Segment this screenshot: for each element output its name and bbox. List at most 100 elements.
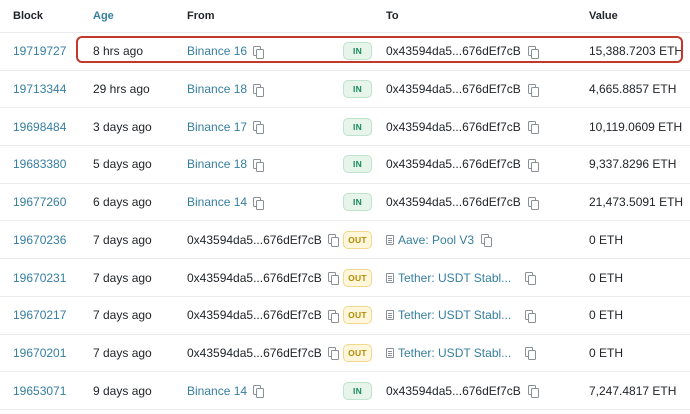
age-text: 7 days ago bbox=[93, 270, 152, 285]
direction-cell: IN bbox=[343, 117, 372, 136]
column-header-age[interactable]: Age bbox=[93, 10, 114, 22]
to-cell: 0x43594da5...676dEf7cB bbox=[386, 82, 539, 97]
from-address[interactable]: Binance 18 bbox=[187, 82, 247, 96]
copy-icon[interactable] bbox=[327, 272, 339, 286]
copy-icon[interactable] bbox=[527, 121, 539, 135]
table-row: 19670231 7 days ago 0x43594da5...676dEf7cB… bbox=[0, 259, 690, 297]
to-address[interactable]: Tether: USDT Stabl... bbox=[398, 346, 511, 360]
direction-cell: OUT bbox=[343, 230, 372, 249]
direction-badge: OUT bbox=[343, 230, 372, 249]
from-address[interactable]: 0x43594da5...676dEf7cB bbox=[187, 346, 322, 360]
to-cell: Tether: USDT Stabl... bbox=[386, 271, 537, 286]
copy-icon[interactable] bbox=[253, 385, 265, 399]
to-address[interactable]: Tether: USDT Stabl... bbox=[398, 308, 511, 322]
block-link[interactable]: 19683380 bbox=[13, 157, 66, 171]
from-cell: 0x43594da5...676dEf7cB bbox=[187, 308, 339, 323]
highlight-box bbox=[76, 36, 683, 63]
to-address[interactable]: 0x43594da5...676dEf7cB bbox=[386, 157, 521, 171]
direction-badge: IN bbox=[343, 193, 372, 212]
table-row: 19698484 3 days ago Binance 17 IN 0x43594da5… bbox=[0, 108, 690, 147]
from-address[interactable]: 0x43594da5...676dEf7cB bbox=[187, 271, 322, 285]
direction-cell: OUT bbox=[343, 343, 372, 362]
from-address[interactable]: Binance 14 bbox=[187, 195, 247, 209]
block-link[interactable]: 19677260 bbox=[13, 195, 66, 209]
direction-cell: IN bbox=[343, 155, 372, 174]
from-address[interactable]: Binance 18 bbox=[187, 157, 247, 171]
copy-icon[interactable] bbox=[253, 83, 265, 97]
copy-icon[interactable] bbox=[253, 196, 265, 210]
copy-icon[interactable] bbox=[525, 272, 537, 286]
age-text: 7 days ago bbox=[93, 308, 152, 323]
age-text: 6 days ago bbox=[93, 195, 152, 210]
value-text: 0 ETH bbox=[589, 345, 624, 360]
age-text: 7 days ago bbox=[93, 345, 152, 360]
block-link[interactable]: 19670236 bbox=[13, 233, 66, 247]
table-row: 19677260 6 days ago Binance 14 IN 0x43594da5… bbox=[0, 184, 690, 222]
from-cell: Binance 18 bbox=[187, 82, 265, 97]
copy-icon[interactable] bbox=[525, 347, 537, 361]
value-text: 0 ETH bbox=[589, 232, 624, 247]
column-header-block: Block bbox=[13, 10, 43, 22]
copy-icon[interactable] bbox=[527, 385, 539, 399]
copy-icon[interactable] bbox=[527, 196, 539, 210]
copy-icon[interactable] bbox=[481, 234, 493, 248]
document-icon bbox=[386, 234, 394, 245]
from-cell: Binance 14 bbox=[187, 195, 265, 210]
from-cell: Binance 17 bbox=[187, 120, 265, 135]
to-cell: 0x43594da5...676dEf7cB bbox=[386, 157, 539, 172]
from-cell: Binance 14 bbox=[187, 384, 265, 399]
block-link[interactable]: 19670201 bbox=[13, 346, 66, 360]
copy-icon[interactable] bbox=[527, 83, 539, 97]
from-address[interactable]: 0x43594da5...676dEf7cB bbox=[187, 308, 322, 322]
age-text: 9 days ago bbox=[93, 383, 152, 398]
direction-badge: OUT bbox=[343, 268, 372, 287]
value-text: 10,119.0609 ETH bbox=[589, 119, 683, 134]
age-text: 7 days ago bbox=[93, 232, 152, 247]
value-text: 0 ETH bbox=[589, 270, 624, 285]
to-address[interactable]: 0x43594da5...676dEf7cB bbox=[386, 384, 521, 398]
direction-badge: IN bbox=[343, 155, 372, 174]
value-text: 4,665.8857 ETH bbox=[589, 82, 677, 97]
to-address[interactable]: Aave: Pool V3 bbox=[398, 233, 474, 247]
to-address[interactable]: 0x43594da5...676dEf7cB bbox=[386, 120, 521, 134]
to-address[interactable]: 0x43594da5...676dEf7cB bbox=[386, 82, 521, 96]
from-cell: 0x43594da5...676dEf7cB bbox=[187, 271, 339, 286]
copy-icon[interactable] bbox=[525, 309, 537, 323]
block-link[interactable]: 19670217 bbox=[13, 308, 66, 322]
from-cell: 0x43594da5...676dEf7cB bbox=[187, 233, 339, 248]
table-row: 19683380 5 days ago Binance 18 IN 0x43594da5… bbox=[0, 146, 690, 184]
copy-icon[interactable] bbox=[327, 309, 339, 323]
direction-badge: OUT bbox=[343, 306, 372, 325]
age-text: 5 days ago bbox=[93, 157, 152, 172]
copy-icon[interactable] bbox=[327, 347, 339, 361]
value-text: 0 ETH bbox=[589, 308, 624, 323]
from-address[interactable]: Binance 14 bbox=[187, 384, 247, 398]
to-address[interactable]: Tether: USDT Stabl... bbox=[398, 271, 511, 285]
block-link[interactable]: 19653071 bbox=[13, 384, 66, 398]
direction-cell: IN bbox=[343, 80, 372, 99]
from-address[interactable]: 0x43594da5...676dEf7cB bbox=[187, 233, 322, 247]
direction-cell: OUT bbox=[343, 306, 372, 325]
value-text: 7,247.4817 ETH bbox=[589, 383, 677, 398]
direction-cell: IN bbox=[343, 193, 372, 212]
block-link[interactable]: 19670231 bbox=[13, 271, 66, 285]
block-link[interactable]: 19713344 bbox=[13, 82, 66, 96]
document-icon bbox=[386, 347, 394, 358]
direction-badge: IN bbox=[343, 80, 372, 99]
block-link[interactable]: 19719727 bbox=[13, 44, 66, 58]
from-cell: 0x43594da5...676dEf7cB bbox=[187, 346, 339, 361]
to-address[interactable]: 0x43594da5...676dEf7cB bbox=[386, 195, 521, 209]
copy-icon[interactable] bbox=[527, 158, 539, 172]
copy-icon[interactable] bbox=[253, 121, 265, 135]
direction-cell: OUT bbox=[343, 268, 372, 287]
copy-icon[interactable] bbox=[253, 158, 265, 172]
to-cell: 0x43594da5...676dEf7cB bbox=[386, 384, 539, 399]
age-text: 3 days ago bbox=[93, 119, 152, 134]
direction-badge: OUT bbox=[343, 343, 372, 362]
block-link[interactable]: 19698484 bbox=[13, 120, 66, 134]
column-header-to: To bbox=[386, 10, 399, 22]
table-row: 19670217 7 days ago 0x43594da5...676dEf7cB… bbox=[0, 297, 690, 335]
copy-icon[interactable] bbox=[327, 234, 339, 248]
from-address[interactable]: Binance 17 bbox=[187, 120, 247, 134]
value-text: 9,337.8296 ETH bbox=[589, 157, 677, 172]
